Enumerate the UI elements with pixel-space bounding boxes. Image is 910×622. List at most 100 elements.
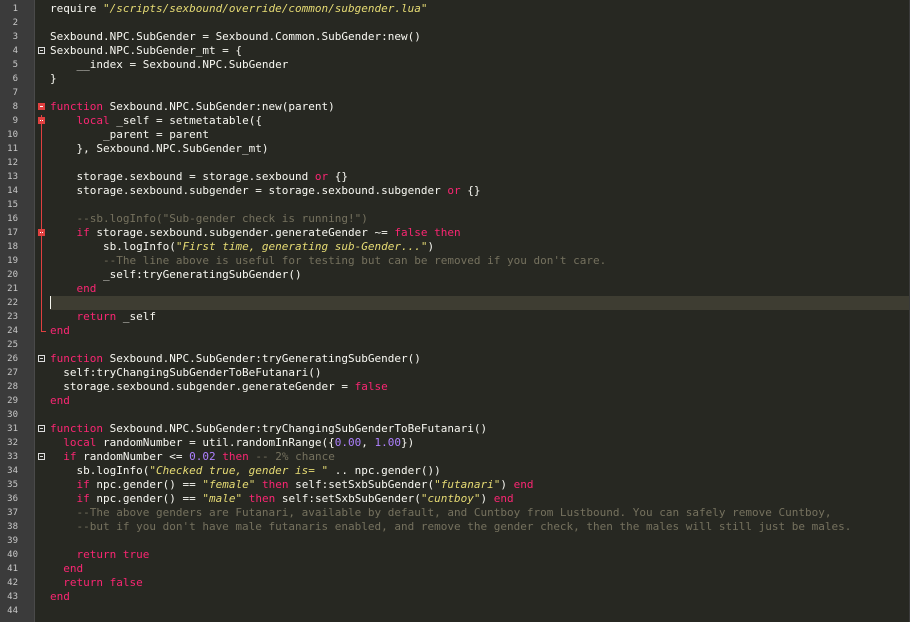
code-line[interactable] (50, 534, 910, 548)
code-line[interactable]: --sb.logInfo("Sub-gender check is runnin… (50, 212, 910, 226)
code-line[interactable]: if randomNumber <= 0.02 then -- 2% chanc… (50, 450, 910, 464)
code-token: or (314, 170, 329, 183)
code-line[interactable] (50, 156, 910, 170)
code-line[interactable]: } (50, 72, 910, 86)
line-number: 43 (7, 592, 18, 602)
code-token: 0.00 (334, 436, 362, 449)
code-line[interactable]: _self:tryGeneratingSubGender() (50, 268, 910, 282)
code-token: randomNumber = util.randomInRange({ (96, 436, 335, 449)
code-line[interactable]: function Sexbound.NPC.SubGender:tryChang… (50, 422, 910, 436)
code-line[interactable]: Sexbound.NPC.SubGender_mt = { (50, 44, 910, 58)
code-token: "male" (202, 492, 243, 505)
code-token: --but if you don't have male futanaris e… (50, 520, 852, 533)
code-line[interactable]: end (50, 282, 910, 296)
code-line[interactable] (50, 86, 910, 100)
code-line[interactable]: sb.logInfo("First time, generating sub-G… (50, 240, 910, 254)
code-token: function (50, 100, 103, 113)
line-number: 32 (7, 438, 18, 448)
fold-toggle-icon[interactable] (38, 453, 45, 460)
code-token: storage.sexbound.subgender.generateGende… (89, 226, 395, 239)
code-line[interactable]: self:tryChangingSubGenderToBeFutanari() (50, 366, 910, 380)
code-token: ) (427, 240, 435, 253)
line-number: 27 (7, 368, 18, 378)
code-line[interactable] (50, 16, 910, 30)
code-token: end (50, 324, 70, 337)
code-line[interactable]: _parent = parent (50, 128, 910, 142)
code-line[interactable]: end (50, 394, 910, 408)
code-line[interactable]: function Sexbound.NPC.SubGender:new(pare… (50, 100, 910, 114)
code-token: self:tryChangingSubGenderToBeFutanari() (50, 366, 322, 379)
code-line[interactable]: return true (50, 548, 910, 562)
code-line[interactable] (50, 198, 910, 212)
fold-toggle-icon[interactable] (38, 47, 45, 54)
code-line[interactable]: --The line above is useful for testing b… (50, 254, 910, 268)
code-token: Sexbound.NPC.SubGender:tryChangingSubGen… (102, 422, 488, 435)
code-line[interactable]: end (50, 324, 910, 338)
code-token: "Checked true, gender is= " (149, 464, 329, 477)
code-line[interactable] (50, 408, 910, 422)
code-token: then (261, 478, 289, 491)
code-line[interactable] (50, 338, 910, 352)
line-number: 2 (12, 18, 18, 28)
code-editor[interactable]: 1 2 3 4 5 6 7 8 9 10 11 12 13 14 15 16 17 18 19 20 21 22 23 24 2… (0, 0, 910, 622)
code-token: ) (480, 492, 494, 505)
code-line[interactable]: end (50, 590, 910, 604)
code-line[interactable]: local _self = setmetatable({ (50, 114, 910, 128)
code-token: self:setSxbSubGender( (288, 478, 435, 491)
fold-toggle-icon[interactable] (38, 103, 45, 110)
code-line[interactable] (50, 604, 910, 618)
code-area[interactable]: require "/scripts/sexbound/override/comm… (48, 0, 910, 622)
code-token: if (63, 450, 77, 463)
code-line[interactable]: Sexbound.NPC.SubGender = Sexbound.Common… (50, 30, 910, 44)
code-line[interactable]: if npc.gender() == "female" then self:se… (50, 478, 910, 492)
code-line[interactable]: return false (50, 576, 910, 590)
line-number: 30 (7, 410, 18, 420)
code-token: , (361, 436, 375, 449)
code-line[interactable]: storage.sexbound.subgender = storage.sex… (50, 184, 910, 198)
code-token: {} (328, 170, 349, 183)
code-token: --The line above is useful for testing b… (50, 254, 607, 267)
code-line[interactable]: __index = Sexbound.NPC.SubGender (50, 58, 910, 72)
fold-margin (35, 0, 48, 622)
code-line[interactable]: sb.logInfo("Checked true, gender is= " .… (50, 464, 910, 478)
code-line[interactable]: }, Sexbound.NPC.SubGender_mt) (50, 142, 910, 156)
code-line[interactable]: require "/scripts/sexbound/override/comm… (50, 2, 910, 16)
code-line[interactable]: if npc.gender() == "male" then self:setS… (50, 492, 910, 506)
code-line[interactable]: end (50, 562, 910, 576)
line-number: 23 (7, 312, 18, 322)
code-token: 1.00 (374, 436, 402, 449)
line-number: 8 (12, 102, 18, 112)
code-line[interactable] (50, 296, 910, 310)
code-token: function (50, 422, 103, 435)
code-token: self:setSxbSubGender( (275, 492, 421, 505)
code-line[interactable]: storage.sexbound = storage.sexbound or {… (50, 170, 910, 184)
code-line[interactable]: --but if you don't have male futanaris e… (50, 520, 910, 534)
line-number: 4 (12, 46, 18, 56)
code-token: false (354, 380, 388, 393)
fold-toggle-icon[interactable] (38, 355, 45, 362)
code-token: function (50, 352, 103, 365)
line-number: 35 (7, 480, 18, 490)
scope-guide-end (41, 331, 46, 332)
code-token: }) (401, 436, 415, 449)
code-line[interactable]: --The above genders are Futanari, availa… (50, 506, 910, 520)
code-token: Sexbound.NPC.SubGender = Sexbound.Common… (50, 30, 421, 43)
line-number: 10 (7, 130, 18, 140)
fold-toggle-icon[interactable] (38, 425, 45, 432)
code-line[interactable]: function Sexbound.NPC.SubGender:tryGener… (50, 352, 910, 366)
line-number-gutter: 1 2 3 4 5 6 7 8 9 10 11 12 13 14 15 16 17 18 19 20 21 22 23 24 2… (0, 0, 35, 622)
code-line[interactable]: local randomNumber = util.randomInRange(… (50, 436, 910, 450)
line-number: 19 (7, 256, 18, 266)
code-line[interactable]: return _self (50, 310, 910, 324)
line-number: 34 (7, 466, 18, 476)
code-token: false (394, 226, 428, 239)
code-line[interactable]: if storage.sexbound.subgender.generateGe… (50, 226, 910, 240)
code-line[interactable]: storage.sexbound.subgender.generateGende… (50, 380, 910, 394)
